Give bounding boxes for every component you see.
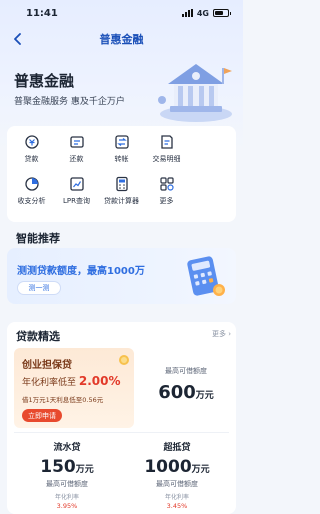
grid-item-label: 转帐: [114, 155, 129, 163]
grid-item-label: 贷款计算器: [104, 197, 139, 205]
status-bar: 11:41 4G: [0, 0, 243, 26]
repay-icon: [69, 136, 84, 148]
grid-item-more[interactable]: 更多: [144, 176, 189, 218]
product-unit: 万元: [75, 465, 94, 475]
hero-title: 普惠金融: [14, 72, 75, 90]
services-card: 贷款 还款 转帐 交易明细 收支分析 LPR查询 贷款计算器 更多: [7, 126, 236, 222]
product-label: 最高可借额度: [156, 480, 198, 488]
chevron-left-icon: [14, 33, 21, 45]
grid-item-label: 还款: [69, 155, 84, 163]
recommend-title: 智能推荐: [16, 232, 60, 245]
grid-item-lpr-query[interactable]: LPR查询: [54, 176, 99, 218]
apply-now-button[interactable]: 立即申请: [22, 409, 62, 422]
product-card-flow-loan[interactable]: 流水贷 150万元 最高可借额度 年化利率 3.95%: [14, 438, 120, 514]
more-grid-icon: [159, 177, 174, 191]
try-button[interactable]: 测一测: [17, 281, 61, 295]
promo-quota: 最高可借额度 600万元: [142, 358, 230, 428]
promo-note: 借1万元1天利息低至0.56元: [22, 396, 104, 404]
nav-bar: 普惠金融: [0, 26, 243, 52]
transfer-icon: [114, 135, 129, 149]
bank-building-illustration: [158, 64, 232, 122]
grid-item-label: LPR查询: [63, 197, 90, 205]
grid-item-label: 收支分析: [17, 197, 46, 205]
quota-amount: 600: [158, 382, 196, 403]
product-rate: 3.95%: [56, 502, 78, 510]
grid-item-transaction-detail[interactable]: 交易明细: [144, 134, 189, 176]
hero-subtitle: 普聚金融服务 惠及千企万户: [14, 97, 125, 107]
coin-icon: [119, 355, 129, 365]
network-label: 4G: [196, 8, 209, 18]
product-rate: 3.45%: [166, 502, 188, 510]
recommend-banner[interactable]: 测测贷款额度，最高1000万 测一测: [7, 248, 236, 304]
more-link[interactable]: 更多 ›: [212, 329, 231, 339]
product-label: 最高可借额度: [46, 480, 88, 488]
recommend-text: 测测贷款额度，最高1000万: [17, 266, 145, 277]
lpr-icon: [69, 177, 84, 191]
promo-card-startup-loan[interactable]: 创业担保贷 年化利率低至 2.00% 借1万元1天利息低至0.56元 立即申请: [14, 348, 134, 428]
grid-item-label: 更多: [159, 197, 174, 205]
more-label: 更多: [211, 330, 226, 338]
quota-label: 最高可借额度: [165, 367, 207, 375]
calculator-illustration: [187, 256, 225, 296]
selection-title: 贷款精选: [16, 330, 60, 343]
loan-icon: [24, 135, 39, 149]
quota-unit: 万元: [195, 391, 214, 401]
grid-item-loan-calculator[interactable]: 贷款计算器: [99, 176, 144, 218]
status-time: 11:41: [26, 7, 58, 19]
product-name: 流水贷: [53, 443, 81, 453]
signal-icon: [181, 9, 193, 17]
grid-item-transfer[interactable]: 转帐: [99, 134, 144, 176]
product-rate-label: 年化利率: [54, 494, 79, 501]
calculator-icon: [115, 176, 128, 192]
grid-item-loan[interactable]: 贷款: [9, 134, 54, 176]
divider: [14, 432, 229, 433]
page-title: 普惠金融: [99, 33, 144, 46]
pie-chart-icon: [24, 177, 39, 191]
grid-item-income-analysis[interactable]: 收支分析: [9, 176, 54, 218]
grid-item-label: 贷款: [24, 155, 39, 163]
grid-item-label: 交易明细: [152, 155, 181, 163]
grid-item-repay[interactable]: 还款: [54, 134, 99, 176]
promo-name: 创业担保贷: [22, 360, 72, 371]
product-name: 超抵贷: [163, 443, 191, 453]
product-card-super-mortgage-loan[interactable]: 超抵贷 1000万元 最高可借额度 年化利率 3.45%: [124, 438, 230, 514]
product-amount: 1000: [144, 457, 192, 477]
product-amount: 150: [40, 457, 76, 477]
promo-rate-prefix: 年化利率低至: [22, 378, 77, 388]
transaction-detail-icon: [160, 135, 173, 149]
back-button[interactable]: [10, 31, 26, 47]
product-unit: 万元: [191, 465, 210, 475]
battery-icon: [213, 9, 231, 17]
promo-rate: 2.00%: [78, 374, 121, 388]
product-rate-label: 年化利率: [164, 494, 189, 501]
